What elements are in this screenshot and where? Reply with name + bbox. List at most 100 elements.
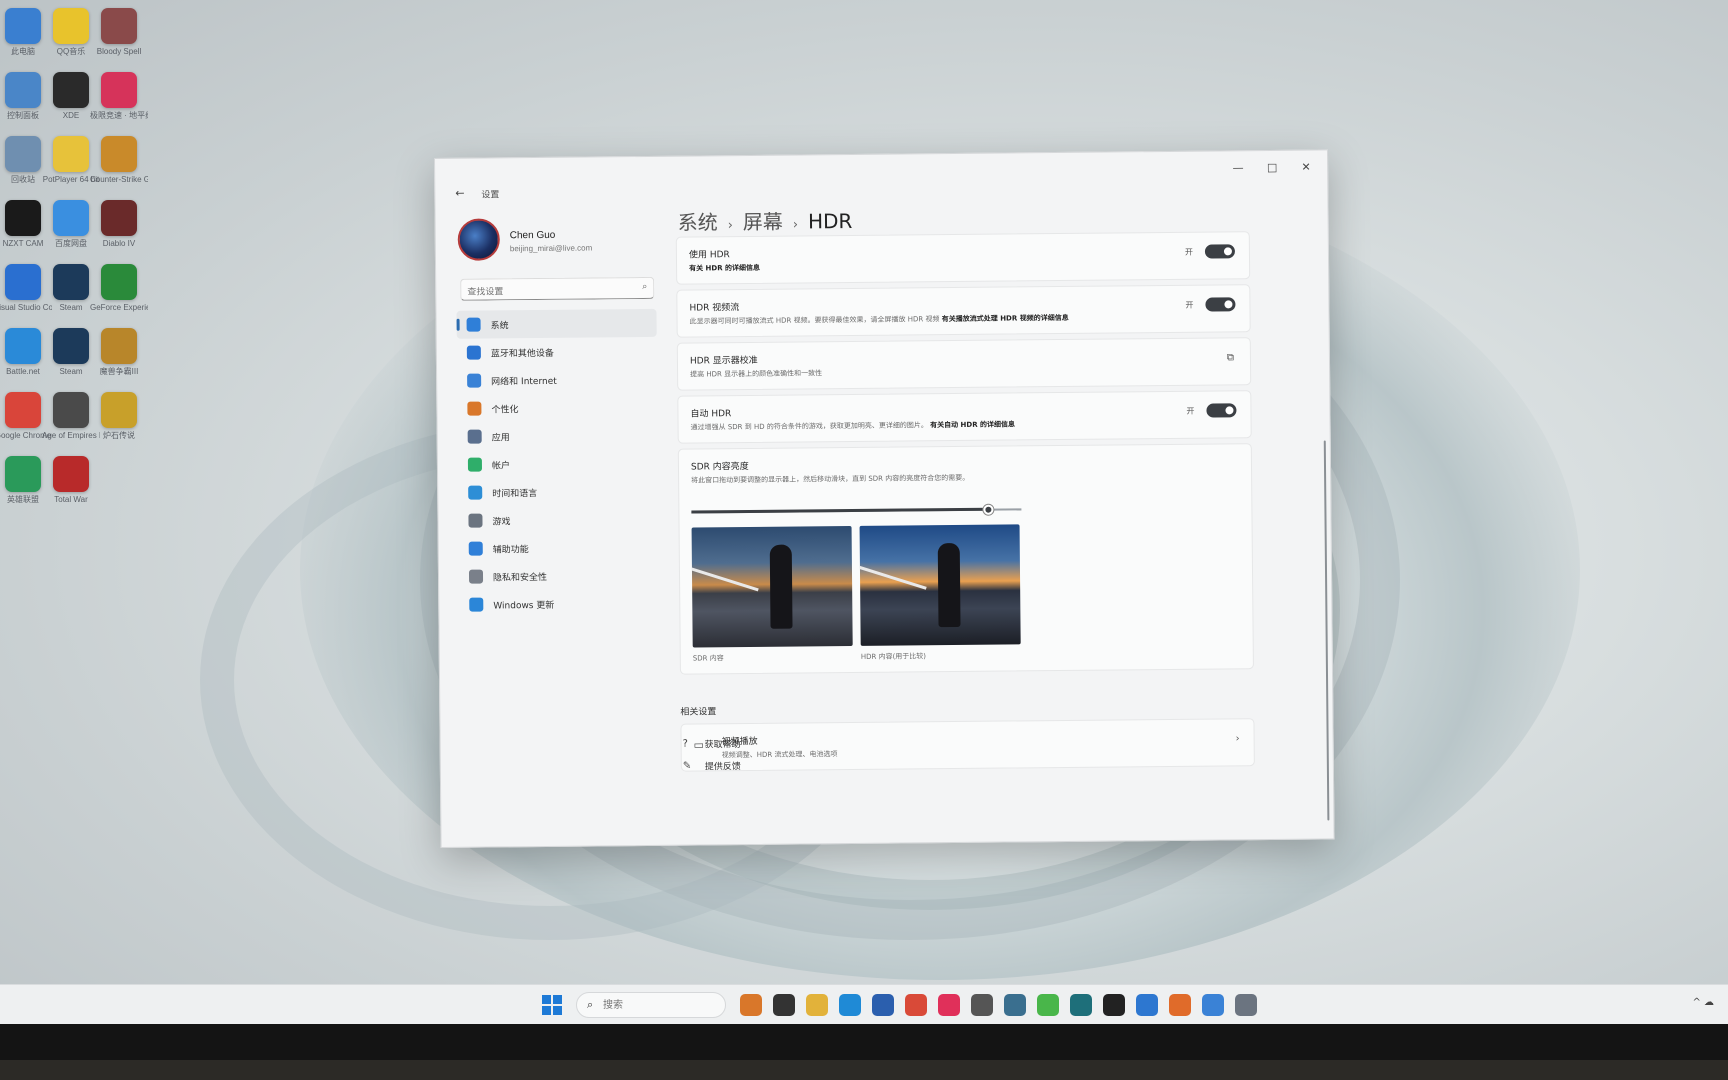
sidebar-item[interactable]: Windows 更新 bbox=[459, 589, 659, 619]
sidebar-item[interactable]: 个性化 bbox=[457, 393, 657, 423]
sidebar-item[interactable]: 应用 bbox=[458, 421, 658, 451]
feedback-label: 提供反馈 bbox=[704, 761, 741, 772]
feedback-link[interactable]: ✎ 提供反馈 bbox=[683, 754, 741, 777]
start-button[interactable] bbox=[542, 995, 562, 1015]
sidebar-item[interactable]: 游戏 bbox=[458, 505, 658, 535]
sdr-brightness-slider[interactable] bbox=[691, 502, 1022, 519]
use-hdr-link[interactable]: 有关 HDR 的详细信息 bbox=[689, 264, 760, 273]
nav-item-icon bbox=[467, 401, 482, 416]
taskbar-app-icon[interactable] bbox=[1037, 994, 1059, 1016]
minimize-icon[interactable]: — bbox=[1221, 155, 1255, 181]
taskbar-app-icon[interactable] bbox=[1169, 994, 1191, 1016]
hdr-video-link[interactable]: 有关播放流式处理 HDR 视频的详细信息 bbox=[942, 314, 1069, 323]
taskbar-app-icon[interactable] bbox=[971, 994, 993, 1016]
taskbar-app-icon[interactable] bbox=[740, 994, 762, 1016]
close-icon[interactable]: ✕ bbox=[1289, 154, 1323, 180]
desktop-icon[interactable]: 炉石传说 bbox=[90, 392, 148, 441]
app-icon bbox=[53, 8, 89, 44]
preview-railing bbox=[859, 565, 927, 590]
app-icon bbox=[5, 136, 41, 172]
sdr-brightness-title: SDR 内容亮度 bbox=[690, 461, 749, 473]
hdr-calibration-card[interactable]: HDR 显示器校准 提高 HDR 显示器上的颜色准确性和一致性 ⧉ bbox=[676, 337, 1252, 391]
taskbar-search-input[interactable] bbox=[603, 996, 693, 1014]
desktop-icon[interactable]: Diablo IV bbox=[90, 200, 148, 249]
sidebar-item[interactable]: 辅助功能 bbox=[459, 533, 659, 563]
settings-window: ← 设置 — □ ✕ Chen Guo beijing_mirai@live.c… bbox=[434, 149, 1335, 848]
taskbar-app-icon[interactable] bbox=[806, 994, 828, 1016]
sidebar-item[interactable]: 蓝牙和其他设备 bbox=[457, 337, 657, 367]
sidebar-item-label: 应用 bbox=[491, 432, 510, 443]
app-icon bbox=[101, 8, 137, 44]
feedback-icon: ✎ bbox=[682, 760, 692, 772]
sidebar-item[interactable]: 系统 bbox=[456, 308, 657, 339]
content-scrollbar[interactable] bbox=[1323, 440, 1330, 821]
use-hdr-toggle[interactable] bbox=[1204, 244, 1235, 259]
slider-thumb[interactable] bbox=[983, 504, 994, 515]
desktop-icon[interactable]: 极限竞速 · 地平线 5 bbox=[90, 72, 148, 121]
help-links: ? 获取帮助 ✎ 提供反馈 bbox=[683, 732, 741, 777]
windows-logo-icon bbox=[553, 1006, 562, 1015]
back-arrow-icon[interactable]: ← bbox=[455, 187, 464, 200]
taskbar-app-icon[interactable] bbox=[1103, 994, 1125, 1016]
maximize-icon[interactable]: □ bbox=[1255, 155, 1289, 181]
sdr-caption: SDR 内容 bbox=[692, 654, 724, 663]
sidebar-item[interactable]: 网络和 Internet bbox=[457, 365, 657, 395]
taskbar-app-icon[interactable] bbox=[1070, 994, 1092, 1016]
sidebar-item[interactable]: 时间和语言 bbox=[458, 477, 658, 507]
app-icon bbox=[5, 456, 41, 492]
desktop-icon-label: 极限竞速 · 地平线 5 bbox=[90, 111, 148, 120]
window-title: 设置 bbox=[481, 190, 500, 201]
app-icon bbox=[5, 264, 41, 300]
app-icon bbox=[5, 328, 41, 364]
sidebar-item[interactable]: 帐户 bbox=[458, 449, 658, 479]
taskbar-app-icon[interactable] bbox=[773, 994, 795, 1016]
app-icon bbox=[53, 264, 89, 300]
taskbar-app-icon[interactable] bbox=[1004, 994, 1026, 1016]
user-profile[interactable]: Chen Guo beijing_mirai@live.com bbox=[457, 217, 668, 267]
hdr-preview-image bbox=[859, 524, 1021, 646]
taskbar-search[interactable]: ⌕ bbox=[576, 992, 726, 1018]
sidebar-item-label: 帐户 bbox=[491, 460, 511, 471]
taskbar-app-icon[interactable] bbox=[1235, 994, 1257, 1016]
search-input[interactable] bbox=[461, 281, 622, 303]
breadcrumb-display[interactable]: 屏幕 bbox=[743, 210, 783, 234]
auto-hdr-state: 开 bbox=[1186, 406, 1195, 416]
desktop-icon[interactable]: 魔兽争霸III bbox=[90, 328, 148, 377]
search-icon[interactable]: ⌕ bbox=[642, 282, 647, 292]
related-settings-heading: 相关设置 bbox=[680, 707, 717, 718]
taskbar-app-icon[interactable] bbox=[872, 994, 894, 1016]
auto-hdr-toggle[interactable] bbox=[1206, 403, 1237, 418]
sdr-preview: SDR 内容 bbox=[691, 526, 853, 664]
desktop-icon[interactable]: Total War bbox=[42, 456, 100, 505]
hdr-video-toggle[interactable] bbox=[1205, 297, 1236, 312]
avatar[interactable] bbox=[457, 218, 500, 261]
settings-content: 使用 HDR 有关 HDR 的详细信息 开 HDR 视频流 此显示器可同时可播放… bbox=[675, 231, 1255, 776]
settings-search-box[interactable]: ⌕ bbox=[460, 276, 655, 303]
breadcrumb-system[interactable]: 系统 bbox=[678, 210, 718, 234]
window-titlebar: ← 设置 — □ ✕ bbox=[435, 150, 1327, 201]
app-icon bbox=[5, 72, 41, 108]
get-help-link[interactable]: ? 获取帮助 bbox=[683, 732, 741, 755]
sidebar-item-label: 游戏 bbox=[492, 516, 511, 527]
calibration-desc: 提高 HDR 显示器上的颜色准确性和一致性 bbox=[690, 369, 823, 379]
desktop-icon[interactable]: Bloody Spell bbox=[90, 8, 148, 57]
external-link-icon[interactable]: ⧉ bbox=[1227, 352, 1234, 363]
desktop-icon[interactable]: GeForce Experience bbox=[90, 264, 148, 313]
taskbar-app-icon[interactable] bbox=[839, 994, 861, 1016]
hdr-video-card: HDR 视频流 此显示器可同时可播放流式 HDR 视频。要获得最佳效果，请全屏播… bbox=[676, 284, 1251, 338]
video-playback-row[interactable]: ▭ 视频播放 视频调整、HDR 流式处理、电池选项 › bbox=[680, 718, 1255, 772]
taskbar-app-icon[interactable] bbox=[1202, 994, 1224, 1016]
taskbar-app-icon[interactable] bbox=[905, 994, 927, 1016]
system-tray[interactable]: ^ ☁ bbox=[1692, 997, 1714, 1008]
app-icon bbox=[101, 200, 137, 236]
nav-item-icon bbox=[468, 513, 483, 528]
auto-hdr-link[interactable]: 有关自动 HDR 的详细信息 bbox=[930, 420, 1015, 429]
sidebar-item[interactable]: 隐私和安全性 bbox=[459, 561, 659, 591]
taskbar-app-icon[interactable] bbox=[1136, 994, 1158, 1016]
taskbar-app-icon[interactable] bbox=[938, 994, 960, 1016]
desktop-icon[interactable]: Counter-Strike Global Offe bbox=[90, 136, 148, 185]
app-icon bbox=[53, 136, 89, 172]
hdr-video-desc: 此显示器可同时可播放流式 HDR 视频。要获得最佳效果，请全屏播放 HDR 视频 bbox=[689, 315, 940, 326]
nav-item-icon bbox=[467, 429, 482, 444]
nav-item-icon bbox=[469, 597, 484, 612]
